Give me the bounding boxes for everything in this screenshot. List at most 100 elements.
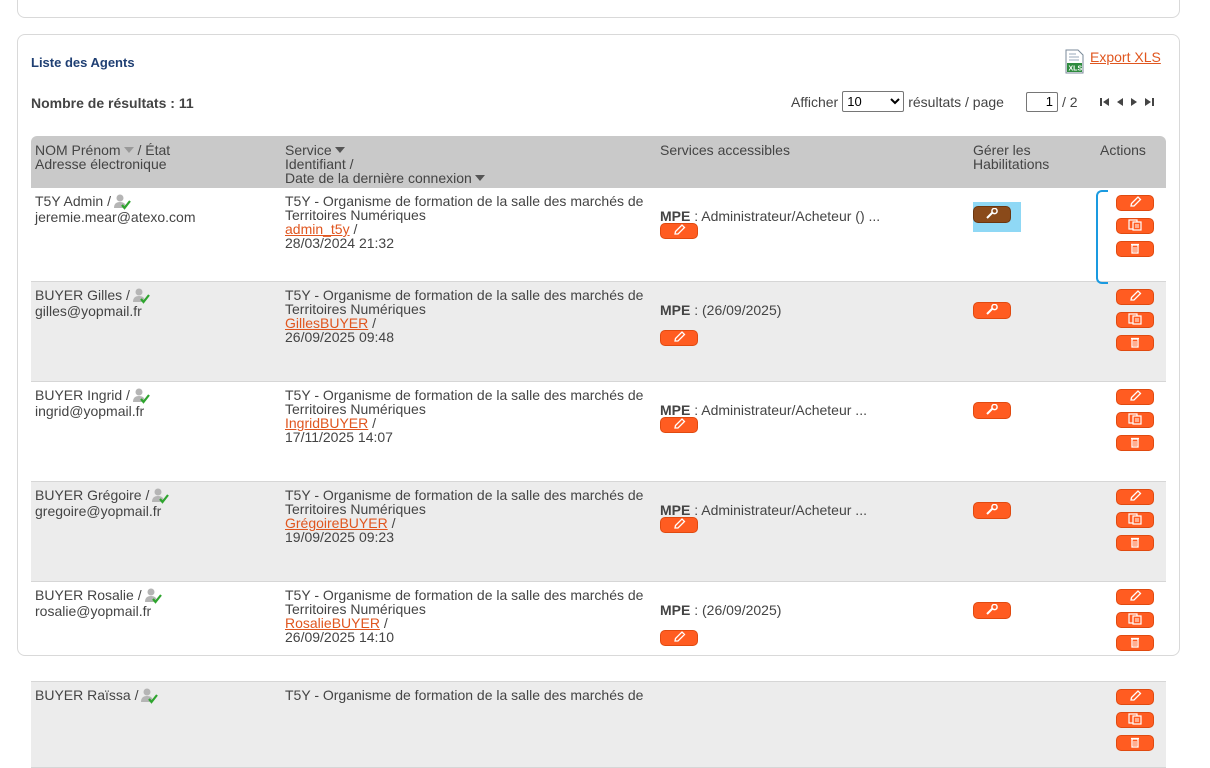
edit-agent-button[interactable] (1116, 195, 1154, 211)
agents-panel: Liste des Agents XLS Export XLS Nombre d… (17, 34, 1180, 768)
header-email: Adresse électronique (35, 156, 167, 172)
agent-name: BUYER Ingrid / (35, 387, 130, 403)
cell-habilitations (969, 581, 1096, 682)
user-active-icon (132, 388, 150, 404)
duplicate-icon (1127, 313, 1143, 327)
edit-services-button[interactable] (660, 330, 698, 346)
cell-habilitations (969, 188, 1096, 282)
duplicate-agent-button[interactable] (1116, 312, 1154, 328)
edit-services-button[interactable] (660, 417, 698, 433)
panel-title: Liste des Agents (31, 55, 135, 70)
user-active-icon (140, 688, 159, 704)
cell-actions (1096, 481, 1166, 582)
mpe-line: MPE : (26/09/2025) (660, 303, 965, 317)
duplicate-icon (1127, 613, 1143, 627)
prev-page-icon[interactable] (1116, 94, 1124, 110)
user-active-icon (132, 288, 150, 304)
mpe-label: MPE (660, 402, 691, 418)
sort-arrow-icon[interactable] (334, 147, 345, 153)
agent-name: BUYER Grégoire / (35, 487, 150, 503)
cell-habilitations (969, 481, 1096, 582)
manage-habilitations-button[interactable] (973, 502, 1011, 519)
wrench-icon (984, 603, 1000, 618)
delete-agent-button[interactable] (1116, 635, 1154, 651)
header-last-login[interactable]: Date de la dernière connexion (285, 170, 472, 186)
duplicate-icon (1127, 713, 1143, 727)
pencil-icon (1128, 590, 1142, 604)
cell-service: T5Y - Organisme de formation de la salle… (281, 281, 656, 382)
pencil-icon (1128, 390, 1142, 404)
wrench-icon (984, 403, 1000, 418)
duplicate-agent-button[interactable] (1116, 412, 1154, 428)
last-login-date: 17/11/2025 14:07 (285, 429, 393, 445)
delete-agent-button[interactable] (1116, 241, 1154, 257)
mpe-line: MPE : (26/09/2025) (660, 603, 965, 617)
edit-agent-button[interactable] (1116, 389, 1154, 405)
table-row: BUYER Raïssa / T5Y - Organisme de format… (31, 681, 1166, 768)
duplicate-agent-button[interactable] (1116, 218, 1154, 234)
delete-agent-button[interactable] (1116, 735, 1154, 751)
cell-service: T5Y - Organisme de formation de la salle… (281, 681, 656, 768)
manage-habilitations-button[interactable] (973, 302, 1011, 319)
edit-agent-button[interactable] (1116, 489, 1154, 505)
export-xls-link[interactable]: Export XLS (1090, 49, 1161, 65)
last-page-icon[interactable] (1144, 94, 1154, 110)
edit-agent-button[interactable] (1116, 289, 1154, 305)
header-actions: Actions (1096, 136, 1166, 188)
edit-services-button[interactable] (660, 630, 698, 646)
sort-arrow-icon[interactable] (474, 175, 485, 181)
edit-services-button[interactable] (660, 223, 698, 239)
duplicate-icon (1127, 219, 1143, 233)
cell-actions (1096, 581, 1166, 682)
cell-services-accessible: MPE : Administrateur/Acheteur () ... (656, 188, 969, 282)
table-header-row: NOM Prénom / État Adresse électronique S… (31, 136, 1166, 188)
last-login-date: 26/09/2025 09:48 (285, 329, 394, 345)
duplicate-agent-button[interactable] (1116, 712, 1154, 728)
edit-agent-button[interactable] (1116, 589, 1154, 605)
next-page-icon[interactable] (1130, 94, 1138, 110)
cell-name: BUYER Rosalie / rosalie@yopmail.fr (31, 581, 281, 682)
header-service: Service Identifiant / Date de la dernièr… (281, 136, 656, 188)
cell-actions (1096, 281, 1166, 382)
pencil-icon (1128, 490, 1142, 504)
agent-email: jeremie.mear@atexo.com (35, 209, 196, 225)
first-page-icon[interactable] (1099, 94, 1110, 110)
mpe-label: MPE (660, 208, 691, 224)
manage-habilitations-button[interactable] (973, 602, 1011, 619)
table-row: T5Y Admin / jeremie.mear@atexo.com T5Y -… (31, 188, 1166, 284)
mpe-line: MPE : Administrateur/Acheteur ... (660, 403, 965, 417)
trash-icon (1129, 436, 1141, 450)
edit-agent-button[interactable] (1116, 689, 1154, 705)
mpe-value: : Administrateur/Acheteur ... (690, 502, 867, 518)
edit-services-button[interactable] (660, 517, 698, 533)
mpe-label: MPE (660, 502, 691, 518)
svg-text:XLS: XLS (1069, 66, 1083, 73)
agent-email: gilles@yopmail.fr (35, 303, 142, 319)
selection-bracket (1096, 190, 1108, 284)
user-active-icon (113, 194, 131, 210)
mpe-value: : Administrateur/Acheteur ... (690, 402, 867, 418)
export-xls[interactable]: XLS Export XLS (1065, 49, 1161, 75)
pencil-icon (672, 331, 686, 345)
delete-agent-button[interactable] (1116, 435, 1154, 451)
delete-agent-button[interactable] (1116, 335, 1154, 351)
user-active-icon (151, 488, 170, 504)
duplicate-agent-button[interactable] (1116, 512, 1154, 528)
delete-agent-button[interactable] (1116, 535, 1154, 551)
table-row: BUYER Grégoire / gregoire@yopmail.fr T5Y… (31, 481, 1166, 582)
cell-habilitations (969, 381, 1096, 482)
last-login-date: 19/09/2025 09:23 (285, 529, 394, 545)
duplicate-icon (1127, 513, 1143, 527)
cell-actions (1096, 381, 1166, 482)
manage-habilitations-button[interactable] (973, 206, 1011, 223)
cell-services-accessible: MPE : (26/09/2025) (656, 581, 969, 682)
duplicate-agent-button[interactable] (1116, 612, 1154, 628)
header-name: NOM Prénom / État Adresse électronique (31, 136, 281, 188)
results-count: Nombre de résultats : 11 (31, 95, 194, 111)
page-size-select[interactable]: 10 (842, 91, 905, 112)
sort-arrow-icon[interactable] (123, 147, 134, 153)
page-number-input[interactable] (1025, 91, 1058, 112)
pagination: Afficher 10 résultats / page / 2 (791, 91, 1154, 112)
manage-habilitations-button[interactable] (973, 402, 1011, 419)
cell-name: BUYER Raïssa / (31, 681, 281, 768)
